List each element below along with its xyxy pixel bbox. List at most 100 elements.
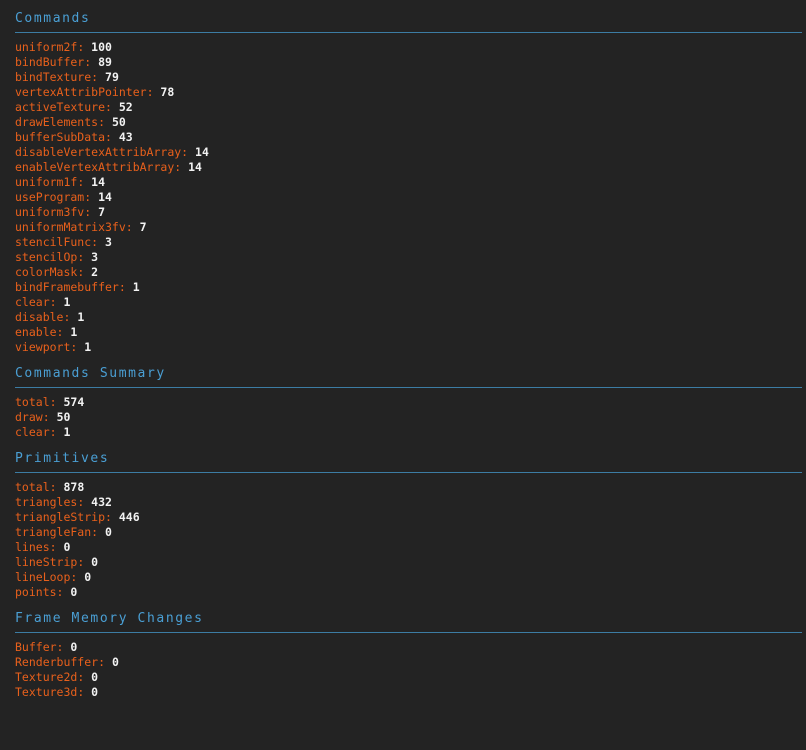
stats-row-value: 43 [118, 130, 133, 144]
stats-row: Texture3d: 0 [15, 685, 806, 700]
stats-row-key: bindBuffer [15, 55, 85, 69]
stats-row-separator: : [91, 70, 106, 84]
stats-row-separator: : [77, 175, 92, 189]
stats-row: triangles: 432 [15, 495, 806, 510]
stats-row-separator: : [49, 295, 64, 309]
stats-row-value: 50 [111, 115, 126, 129]
stats-row-key: lineLoop [15, 570, 71, 584]
stats-row-key: triangleStrip [15, 510, 106, 524]
section-title: Commands Summary [15, 366, 166, 381]
stats-row: bindFramebuffer: 1 [15, 280, 806, 295]
stats-row-key: clear [15, 425, 50, 439]
stats-row: total: 574 [15, 395, 806, 410]
stats-row-key: bindTexture [15, 70, 92, 84]
stats-row-key: enableVertexAttribArray [15, 160, 175, 174]
stats-section: Frame Memory Changes Buffer: 0 Renderbuffe… [0, 600, 806, 700]
stats-row: bindTexture: 79 [15, 70, 806, 85]
stats-row-separator: : [98, 655, 112, 669]
stats-row-key: lineStrip [15, 555, 78, 569]
stats-row: triangleFan: 0 [15, 525, 806, 540]
stats-row: enable: 1 [15, 325, 806, 340]
stats-row-value: 100 [91, 40, 112, 54]
stats-row-list: total: 878 triangles: 432 triangleStrip: 4… [0, 473, 806, 600]
stats-row-key: vertexAttribPointer [15, 85, 147, 99]
stats-row: viewport: 1 [15, 340, 806, 355]
stats-row: uniform2f: 100 [15, 40, 806, 55]
stats-row-separator: : [63, 310, 78, 324]
stats-row-value: 78 [160, 85, 175, 99]
stats-row-separator: : [77, 250, 92, 264]
stats-row: enableVertexAttribArray: 14 [15, 160, 806, 175]
stats-row-list: uniform2f: 100 bindBuffer: 89 bindTexture:… [0, 33, 806, 355]
stats-row-separator: : [77, 495, 92, 509]
stats-row-separator: : [98, 115, 112, 129]
stats-row: colorMask: 2 [15, 265, 806, 280]
stats-row-separator: : [42, 410, 57, 424]
stats-row-value: 2 [91, 265, 99, 279]
stats-row-value: 0 [91, 555, 99, 569]
stats-row-key: Texture2d [15, 670, 78, 684]
stats-row-separator: : [70, 340, 85, 354]
stats-row-separator: : [70, 570, 85, 584]
stats-row-key: bindFramebuffer [15, 280, 119, 294]
stats-row-separator: : [77, 265, 92, 279]
stats-row-separator: : [118, 280, 133, 294]
stats-row-separator: : [77, 670, 92, 684]
stats-row-value: 1 [84, 340, 92, 354]
stats-row-separator: : [84, 190, 99, 204]
stats-row-value: 1 [70, 325, 78, 339]
stats-row-key: triangles [15, 495, 78, 509]
stats-row-separator: : [146, 85, 161, 99]
stats-row-value: 0 [91, 670, 99, 684]
stats-row-key: uniform1f [15, 175, 78, 189]
stats-row: lines: 0 [15, 540, 806, 555]
stats-row-key: Buffer [15, 640, 57, 654]
stats-row: stencilOp: 3 [15, 250, 806, 265]
stats-row-separator: : [91, 525, 106, 539]
stats-row-key: uniform2f [15, 40, 78, 54]
stats-row: clear: 1 [15, 425, 806, 440]
section-title: Primitives [15, 451, 110, 466]
stats-row-separator: : [91, 235, 106, 249]
stats-row-value: 7 [139, 220, 147, 234]
stats-row-key: disableVertexAttribArray [15, 145, 182, 159]
stats-row-value: 0 [111, 655, 119, 669]
stats-row-separator: : [49, 540, 64, 554]
stats-row: uniform3fv: 7 [15, 205, 806, 220]
stats-row-separator: : [77, 40, 92, 54]
stats-row-value: 1 [63, 295, 71, 309]
stats-row-key: uniformMatrix3fv [15, 220, 126, 234]
stats-row: drawElements: 50 [15, 115, 806, 130]
stats-row-key: viewport [15, 340, 71, 354]
stats-row: useProgram: 14 [15, 190, 806, 205]
stats-row: Buffer: 0 [15, 640, 806, 655]
stats-row: stencilFunc: 3 [15, 235, 806, 250]
stats-row-value: 14 [195, 145, 209, 159]
stats-row-list: total: 574 draw: 50 clear: 1 [0, 388, 806, 440]
stats-section: Commands uniform2f: 100 bindBuffer: 89 bind… [0, 0, 806, 355]
stats-row-separator: : [84, 205, 99, 219]
stats-row-separator: : [49, 395, 64, 409]
stats-row-value: 0 [70, 640, 78, 654]
stats-row-value: 7 [98, 205, 106, 219]
stats-row-separator: : [105, 510, 119, 524]
stats-row-value: 3 [91, 250, 99, 264]
stats-row-key: uniform3fv [15, 205, 85, 219]
stats-row-key: points [15, 585, 57, 599]
stats-row-key: draw [15, 410, 43, 424]
stats-row: points: 0 [15, 585, 806, 600]
stats-row-key: triangleFan [15, 525, 92, 539]
stats-row-value: 79 [105, 70, 119, 84]
stats-row: disable: 1 [15, 310, 806, 325]
stats-row-separator: : [77, 555, 92, 569]
stats-row-separator: : [125, 220, 140, 234]
stats-section: Primitives total: 878 triangles: 432 triang… [0, 440, 806, 600]
stats-row-key: stencilOp [15, 250, 78, 264]
stats-row-value: 50 [56, 410, 71, 424]
stats-row-value: 574 [63, 395, 85, 409]
stats-row: clear: 1 [15, 295, 806, 310]
stats-row-separator: : [105, 100, 119, 114]
stats-row-separator: : [56, 640, 71, 654]
stats-row: activeTexture: 52 [15, 100, 806, 115]
stats-row-key: total [15, 480, 50, 494]
